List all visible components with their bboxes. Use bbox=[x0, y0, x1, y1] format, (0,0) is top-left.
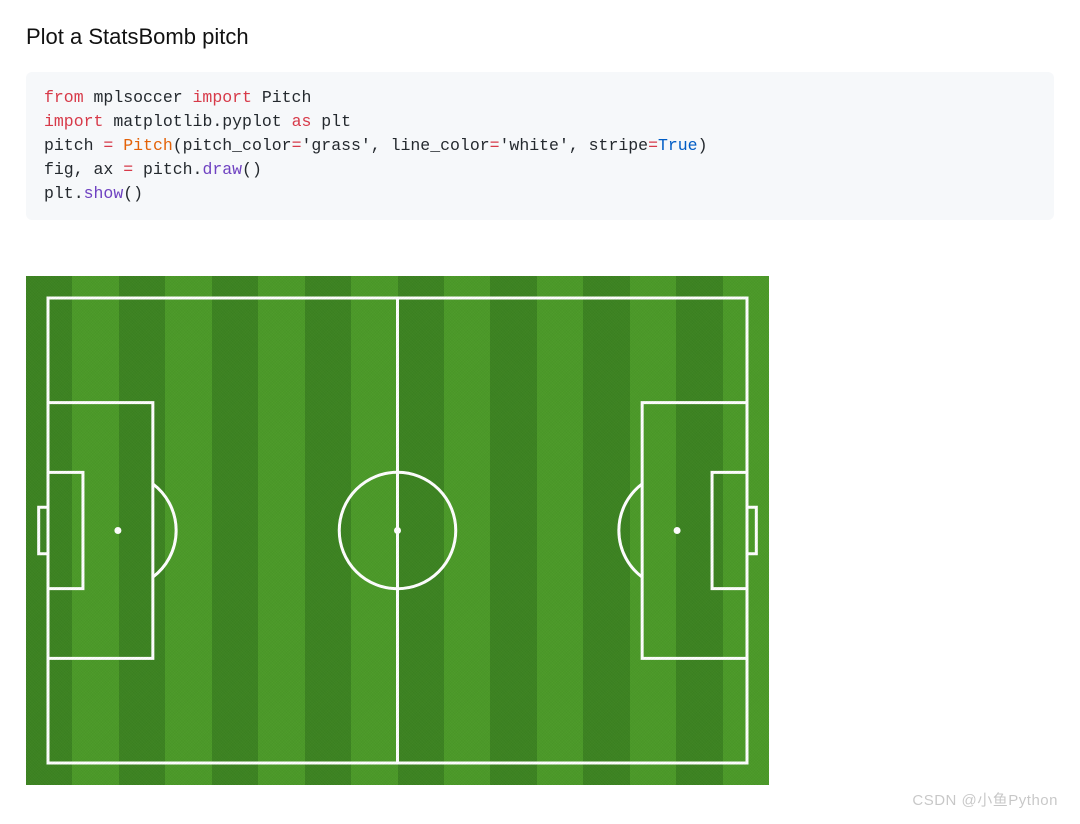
pitch-figure bbox=[26, 276, 769, 785]
fn-show: show bbox=[84, 184, 124, 203]
txt: (pitch_color bbox=[173, 136, 292, 155]
txt: plt. bbox=[44, 184, 84, 203]
watermark: CSDN @小鱼Python bbox=[912, 789, 1058, 810]
txt: ) bbox=[698, 136, 708, 155]
fn-draw: draw bbox=[202, 160, 242, 179]
txt: fig, ax bbox=[44, 160, 123, 179]
op-eq: = bbox=[490, 136, 500, 155]
str: 'white' bbox=[500, 136, 569, 155]
txt: () bbox=[123, 184, 143, 203]
txt: pitch. bbox=[133, 160, 202, 179]
kw-import: import bbox=[44, 112, 103, 131]
str: 'grass' bbox=[301, 136, 370, 155]
kw-from: from bbox=[44, 88, 84, 107]
txt: matplotlib.pyplot bbox=[103, 112, 291, 131]
txt: mplsoccer bbox=[84, 88, 193, 107]
page-title: Plot a StatsBomb pitch bbox=[26, 24, 1054, 50]
txt: () bbox=[242, 160, 262, 179]
op-eq: = bbox=[103, 136, 113, 155]
txt: , line_color bbox=[371, 136, 490, 155]
code-block: from mplsoccer import Pitch import matpl… bbox=[26, 72, 1054, 220]
class-pitch: Pitch bbox=[123, 136, 173, 155]
bool-true: True bbox=[658, 136, 698, 155]
txt: , stripe bbox=[569, 136, 648, 155]
op-eq: = bbox=[123, 160, 133, 179]
op-eq: = bbox=[292, 136, 302, 155]
kw-as: as bbox=[292, 112, 312, 131]
txt: Pitch bbox=[252, 88, 311, 107]
kw-import: import bbox=[193, 88, 252, 107]
pitch-lines bbox=[26, 276, 769, 785]
op-eq: = bbox=[648, 136, 658, 155]
txt: pitch bbox=[44, 136, 103, 155]
txt: plt bbox=[311, 112, 351, 131]
txt bbox=[113, 136, 123, 155]
